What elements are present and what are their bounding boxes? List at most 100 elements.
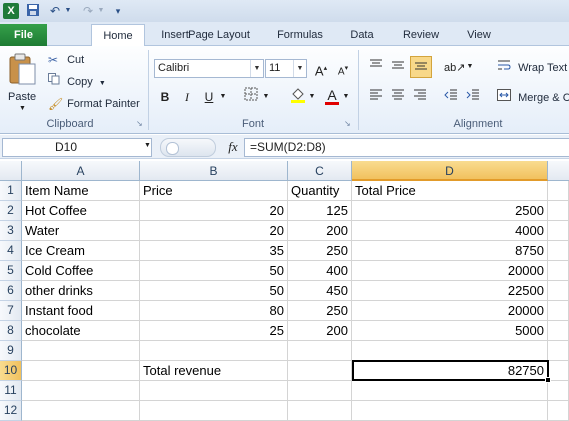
orientation-button[interactable]: ab↗ [444,57,465,77]
italic-button[interactable]: I [177,87,197,107]
row-header-6[interactable]: 6 [0,281,22,301]
fill-color-button[interactable] [288,87,308,107]
cell-b9[interactable] [140,341,288,361]
tab-data[interactable]: Data [340,24,384,46]
cell-b12[interactable] [140,401,288,421]
cell-c10[interactable] [288,361,352,381]
cell-d3[interactable]: 4000 [352,221,548,241]
name-box[interactable]: D10 [2,138,152,157]
formula-bar-resize-handle[interactable] [160,138,216,157]
merge-center-button[interactable]: Merge & C [497,89,569,107]
cell-a7[interactable]: Instant food [22,301,140,321]
save-icon[interactable] [25,3,41,19]
cell-e2[interactable] [548,201,569,221]
cell-a2[interactable]: Hot Coffee [22,201,140,221]
align-right-button[interactable] [410,87,430,107]
select-all-corner[interactable] [0,161,22,181]
cell-c3[interactable]: 200 [288,221,352,241]
row-header-5[interactable]: 5 [0,261,22,281]
cell-d8[interactable]: 5000 [352,321,548,341]
decrease-indent-button[interactable] [441,87,461,107]
column-header-e[interactable] [548,161,569,181]
cell-b5[interactable]: 50 [140,261,288,281]
cell-a9[interactable] [22,341,140,361]
tab-file[interactable]: File [0,24,47,46]
align-left-button[interactable] [366,87,386,107]
cell-d2[interactable]: 2500 [352,201,548,221]
cell-d1[interactable]: Total Price [352,181,548,201]
cell-b3[interactable]: 20 [140,221,288,241]
cell-d12[interactable] [352,401,548,421]
cell-e6[interactable] [548,281,569,301]
cell-a6[interactable]: other drinks [22,281,140,301]
cell-e3[interactable] [548,221,569,241]
fill-handle[interactable] [545,377,551,383]
cell-a4[interactable]: Ice Cream [22,241,140,261]
underline-button[interactable]: U [199,87,219,107]
cell-c9[interactable] [288,341,352,361]
insert-function-button[interactable]: fx [224,138,242,157]
font-color-button[interactable]: A [322,85,342,105]
cell-c2[interactable]: 125 [288,201,352,221]
cell-c5[interactable]: 400 [288,261,352,281]
column-header-d[interactable]: D [352,161,548,181]
font-name-combo[interactable]: Calibri ▼ [154,59,264,78]
tab-page-layout[interactable]: Page Layout [181,24,257,46]
shrink-font-button[interactable]: A▾ [333,59,353,79]
copy-button[interactable]: Copy ▼ [48,73,106,91]
cell-b2[interactable]: 20 [140,201,288,221]
row-header-2[interactable]: 2 [0,201,22,221]
column-header-a[interactable]: A [22,161,140,181]
clipboard-launcher-icon[interactable]: ↘ [136,119,143,128]
customize-toolbar-icon[interactable]: ▾ [112,3,124,19]
row-header-1[interactable]: 1 [0,181,22,201]
cell-e4[interactable] [548,241,569,261]
cell-c4[interactable]: 250 [288,241,352,261]
cell-e5[interactable] [548,261,569,281]
cell-d7[interactable]: 20000 [352,301,548,321]
cell-b7[interactable]: 80 [140,301,288,321]
cell-a11[interactable] [22,381,140,401]
redo-dropdown-icon[interactable]: ▼ [96,3,106,19]
row-header-11[interactable]: 11 [0,381,22,401]
cell-d5[interactable]: 20000 [352,261,548,281]
tab-review[interactable]: Review [394,24,448,46]
paste-button[interactable]: Paste ▼ [5,52,39,114]
borders-dropdown-icon[interactable]: ▼ [261,87,271,107]
cell-e12[interactable] [548,401,569,421]
cell-c11[interactable] [288,381,352,401]
cell-c7[interactable]: 250 [288,301,352,321]
cell-e9[interactable] [548,341,569,361]
cell-c1[interactable]: Quantity [288,181,352,201]
cell-d6[interactable]: 22500 [352,281,548,301]
cell-e11[interactable] [548,381,569,401]
row-header-3[interactable]: 3 [0,221,22,241]
cell-d9[interactable] [352,341,548,361]
align-top-button[interactable] [366,57,386,77]
cell-b4[interactable]: 35 [140,241,288,261]
cell-a8[interactable]: chocolate [22,321,140,341]
cell-c8[interactable]: 200 [288,321,352,341]
cell-e8[interactable] [548,321,569,341]
column-header-c[interactable]: C [288,161,352,181]
cell-a1[interactable]: Item Name [22,181,140,201]
row-header-10[interactable]: 10 [0,361,22,381]
font-launcher-icon[interactable]: ↘ [344,119,351,128]
bold-button[interactable]: B [155,87,175,107]
cell-b10[interactable]: Total revenue [140,361,288,381]
cell-a3[interactable]: Water [22,221,140,241]
undo-icon[interactable]: ↶ [47,3,63,19]
cell-d11[interactable] [352,381,548,401]
font-size-combo[interactable]: 11 ▼ [265,59,307,78]
underline-dropdown-icon[interactable]: ▼ [218,87,228,107]
cell-e10[interactable] [548,361,569,381]
tab-home[interactable]: Home [91,24,145,47]
tab-formulas[interactable]: Formulas [268,24,332,46]
row-header-9[interactable]: 9 [0,341,22,361]
align-bottom-button[interactable] [410,56,432,78]
align-middle-button[interactable] [388,57,408,77]
name-box-dropdown-icon[interactable]: ▼ [144,142,151,149]
cell-b8[interactable]: 25 [140,321,288,341]
row-header-8[interactable]: 8 [0,321,22,341]
align-center-button[interactable] [388,87,408,107]
